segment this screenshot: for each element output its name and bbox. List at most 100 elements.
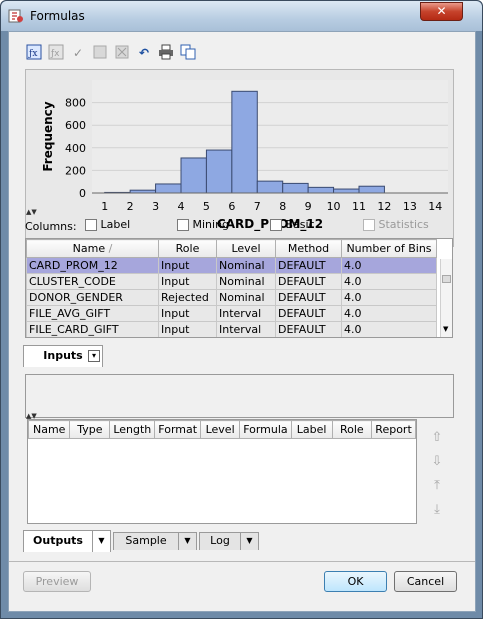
out-col-role[interactable]: Role (331, 420, 373, 439)
tab-sample[interactable]: Sample ▼ (113, 532, 197, 550)
x-tick-label: 5 (203, 200, 210, 213)
statistics-checkbox-label: Statistics (378, 218, 429, 231)
move-down-icon[interactable]: ⇩ (429, 454, 445, 478)
x-tick-label: 9 (305, 200, 312, 213)
mining-checkbox-label: Mining (192, 218, 230, 231)
out-col-label[interactable]: Label (290, 420, 333, 439)
cell-bins: 4.0 (341, 321, 437, 337)
inputs-grid: Name / Role Level Method Number of Bins … (26, 239, 437, 337)
cell-bins: 4.0 (341, 289, 437, 306)
col-header-method[interactable]: Method (275, 239, 342, 258)
move-bottom-icon[interactable]: ⤓ (429, 502, 445, 526)
tab-outputs[interactable]: Outputs ▼ (23, 530, 111, 552)
sample-dropdown-icon[interactable]: ▼ (178, 533, 196, 550)
title-bar[interactable]: Formulas ✕ (1, 1, 482, 31)
cell-role: Rejected (158, 289, 217, 306)
outputs-dropdown-icon[interactable]: ▼ (92, 531, 110, 552)
cell-level: Nominal (216, 289, 276, 306)
copy-icon[interactable] (179, 44, 197, 62)
col-header-role[interactable]: Role (158, 239, 217, 258)
histogram-bar (155, 183, 182, 194)
y-tick-label: 200 (65, 164, 86, 177)
ok-button[interactable]: OK (324, 571, 387, 592)
columns-options-row: Columns: Label Mining Basic Statistics (25, 216, 454, 236)
col-header-name[interactable]: Name / (26, 239, 159, 258)
histogram-bar (358, 185, 385, 194)
histogram-bar (205, 149, 233, 194)
out-col-report[interactable]: Report (371, 420, 416, 439)
x-tick-label: 7 (254, 200, 261, 213)
tab-inputs[interactable]: Inputs ▾ (23, 345, 103, 367)
table-row[interactable]: FILE_CARD_GIFT Input Interval DEFAULT 4.… (26, 321, 437, 337)
table-row[interactable]: DONOR_GENDER Rejected Nominal DEFAULT 4.… (26, 289, 437, 306)
clear-icon[interactable] (113, 44, 131, 62)
scroll-down-arrow-icon[interactable]: ▼ (443, 325, 448, 333)
statistics-checkbox-box (363, 219, 375, 231)
close-button[interactable]: ✕ (420, 2, 463, 21)
cell-level: Interval (216, 305, 276, 322)
cancel-formula-icon[interactable]: ƒx (47, 44, 65, 62)
basic-checkbox[interactable]: Basic (270, 218, 315, 231)
table-row[interactable]: CLUSTER_CODE Input Nominal DEFAULT 4.0 (26, 273, 437, 290)
undo-icon[interactable]: ↶ (135, 44, 153, 62)
x-tick-label: 3 (152, 200, 159, 213)
cell-name: CLUSTER_CODE (26, 273, 159, 290)
histogram-bar (282, 182, 309, 194)
x-tick-label: 10 (327, 200, 341, 213)
delete-icon[interactable] (91, 44, 109, 62)
tab-log[interactable]: Log ▼ (199, 532, 259, 550)
cancel-button-label: Cancel (406, 575, 445, 588)
outputs-grid: Name Type Length Format Level Formula La… (27, 420, 416, 439)
window-title: Formulas (30, 9, 85, 23)
table-row[interactable]: FILE_AVG_GIFT Input Interval DEFAULT 4.0 (26, 305, 437, 322)
label-checkbox-label: Label (100, 218, 131, 231)
y-tick-label: 800 (65, 97, 86, 110)
y-tick-label: 0 (79, 187, 86, 200)
cancel-button[interactable]: Cancel (394, 571, 457, 592)
splitter-arrows-1[interactable]: ▲▼ (26, 208, 37, 216)
formula-builder-icon[interactable]: ƒx (25, 44, 43, 62)
tab-log-label: Log (210, 534, 230, 547)
label-checkbox-box[interactable] (85, 219, 97, 231)
dialog-client-area: ƒx ƒx ✓ ↶ 0 200 400 600 800 1 2 3 4 5 6 7 8 9 10 11 12 13… (8, 31, 476, 612)
outputs-table: Name Type Length Format Level Formula La… (27, 419, 417, 524)
check-icon[interactable]: ✓ (69, 44, 87, 62)
y-axis-label: Frequency (41, 101, 55, 171)
inputs-vertical-scrollbar[interactable]: ▼ (440, 259, 452, 337)
col-header-level[interactable]: Level (216, 239, 276, 258)
out-col-format[interactable]: Format (154, 420, 202, 439)
move-top-icon[interactable]: ⤒ (429, 478, 445, 502)
cell-bins: 4.0 (341, 257, 437, 274)
svg-text:ƒx: ƒx (28, 49, 37, 59)
scrollbar-thumb[interactable] (442, 275, 451, 283)
label-checkbox[interactable]: Label (85, 218, 130, 231)
out-col-name[interactable]: Name (27, 420, 71, 439)
move-up-icon[interactable]: ⇧ (429, 430, 445, 454)
print-icon[interactable] (157, 44, 175, 62)
out-col-type[interactable]: Type (69, 420, 111, 439)
mining-checkbox[interactable]: Mining (177, 218, 229, 231)
table-row[interactable]: CARD_PROM_12 Input Nominal DEFAULT 4.0 (26, 257, 437, 274)
x-tick-label: 4 (178, 200, 185, 213)
preview-button[interactable]: Preview (23, 571, 91, 592)
inputs-menu-icon[interactable]: ▾ (88, 350, 100, 362)
cell-name: FILE_AVG_GIFT (26, 305, 159, 322)
y-tick-label: 600 (65, 119, 86, 132)
x-tick-label: 2 (127, 200, 134, 213)
out-col-level[interactable]: Level (200, 420, 241, 439)
out-col-length[interactable]: Length (109, 420, 156, 439)
plot-area (92, 80, 448, 193)
log-dropdown-icon[interactable]: ▼ (240, 533, 258, 550)
out-col-formula[interactable]: Formula (239, 420, 292, 439)
y-tick-label: 400 (65, 142, 86, 155)
tab-sample-label: Sample (125, 534, 167, 547)
empty-middle-panel (25, 374, 454, 418)
mining-checkbox-box[interactable] (177, 219, 189, 231)
basic-checkbox-box[interactable] (270, 219, 282, 231)
x-tick-label: 14 (428, 200, 442, 213)
cell-role: Input (158, 257, 217, 274)
col-header-bins[interactable]: Number of Bins (341, 239, 437, 258)
cell-role: Input (158, 305, 217, 322)
tab-inputs-label: Inputs (43, 349, 83, 362)
columns-label: Columns: (25, 220, 77, 233)
